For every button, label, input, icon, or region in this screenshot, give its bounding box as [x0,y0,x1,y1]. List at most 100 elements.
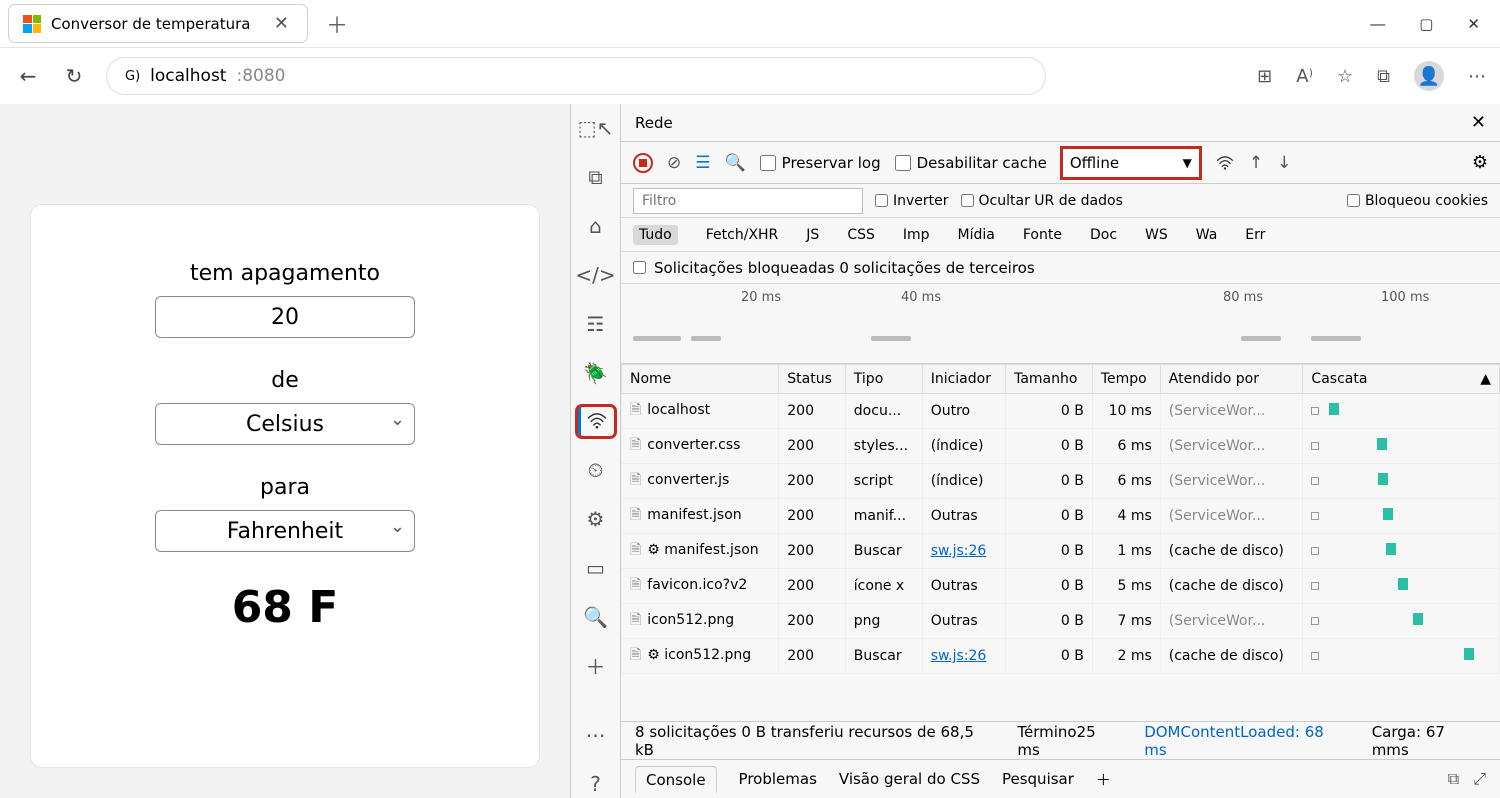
favorites-icon[interactable]: ☆ [1337,66,1353,87]
throttling-select[interactable]: Offline▼ [1061,147,1201,179]
collections-icon[interactable]: ⧉ [1377,66,1390,87]
search-icon[interactable]: 🔍 [725,153,746,173]
url-box[interactable]: G) localhost :8080 [106,57,1046,95]
table-row[interactable]: 🗎manifest.json 200 manif... Outras 0 B 4… [622,499,1500,534]
load-label: Carga: [1372,723,1421,741]
close-window-icon[interactable]: ✕ [1467,15,1480,33]
type-filter-imp[interactable]: Imp [903,227,930,243]
application-icon[interactable]: ☶ [578,309,614,338]
type-filter-bar: Tudo Fetch/XHR JS CSS Imp Mídia Fonte Do… [621,218,1500,252]
blocked-cookies-checkbox[interactable]: Bloqueou cookies [1347,193,1488,209]
disable-cache-checkbox[interactable]: Desabilitar cache [895,154,1047,172]
network-table: NomeStatusTipoIniciadorTamanhoTempoAtend… [621,364,1500,722]
back-icon[interactable]: ← [14,62,42,90]
from-label: de [91,368,479,393]
download-icon[interactable]: ↓ [1277,153,1291,173]
settings-icon[interactable]: ⚙ [1472,152,1488,173]
new-tab-button[interactable]: ＋ [326,8,348,40]
drawer-search[interactable]: Pesquisar [1002,770,1074,788]
preserve-log-checkbox[interactable]: Preservar log [760,154,881,172]
lighthouse-icon[interactable]: 🔍 [578,602,614,631]
col-2[interactable]: Tipo [845,365,922,394]
network-icon[interactable] [578,407,614,436]
add-tool-icon[interactable]: ＋ [578,651,614,680]
drawer-dock-icon[interactable]: ⧉ [1448,769,1459,789]
type-filter-fonte[interactable]: Fonte [1023,227,1062,243]
inspect-icon[interactable]: ⬚↖ [578,114,614,143]
type-filter-tudo[interactable]: Tudo [633,225,678,245]
type-filter-ws[interactable]: WS [1145,227,1168,243]
drawer-console[interactable]: Console [635,766,717,793]
toolbar-icons: ⊞ A⁾ ☆ ⧉ 👤 ⋯ [1257,61,1486,91]
table-row[interactable]: 🗎converter.js 200 script (índice) 0 B 6 … [622,464,1500,499]
col-7[interactable]: Cascata ▲ [1303,365,1500,394]
type-filter-err[interactable]: Err [1245,227,1265,243]
filter-input[interactable] [633,188,863,214]
drawer-css-overview[interactable]: Visão geral do CSS [839,770,980,788]
menu-icon[interactable]: ⋯ [1468,66,1486,87]
upload-icon[interactable]: ↑ [1249,153,1263,173]
table-row[interactable]: 🗎localhost 200 docu... Outro 0 B 10 ms (… [622,394,1500,429]
type-filter-css[interactable]: CSS [847,227,875,243]
sources-icon[interactable]: </> [578,261,614,290]
apps-icon[interactable]: ⊞ [1257,66,1272,87]
table-row[interactable]: 🗎⚙ manifest.json 200 Buscar sw.js:26 0 B… [622,534,1500,569]
tl-100: 100 ms [1381,290,1429,305]
browser-tab[interactable]: Conversor de temperatura ✕ [8,4,308,43]
table-row[interactable]: 🗎icon512.png 200 png Outras 0 B 7 ms (Se… [622,604,1500,639]
type-filter-fetch/xhr[interactable]: Fetch/XHR [706,227,779,243]
drawer-add[interactable]: ＋ [1096,769,1111,790]
table-row[interactable]: 🗎favicon.ico?v2 200 ícone x Outras 0 B 5… [622,569,1500,604]
minimize-icon[interactable]: ― [1370,15,1385,33]
table-row[interactable]: 🗎⚙ icon512.png 200 Buscar sw.js:26 0 B 2… [622,639,1500,674]
storage-icon[interactable]: ▭ [578,554,614,583]
drawer-expand-icon[interactable]: ⤢ [1473,769,1486,789]
help-icon[interactable]: ? [578,769,614,798]
drawer-problems[interactable]: Problemas [739,770,817,788]
panel-title: Rede [635,114,673,132]
devtools-dock: ⬚↖ ⧉ ⌂ </> ☶ 🪲 ⏲ ⚙ ▭ 🔍 ＋ ⋯ ? [571,104,621,798]
to-select[interactable]: Fahrenheit [155,510,415,552]
col-0[interactable]: Nome [622,365,779,394]
col-1[interactable]: Status [779,365,846,394]
table-row[interactable]: 🗎converter.css 200 styles... (índice) 0 … [622,429,1500,464]
performance-icon[interactable]: ⏲ [578,456,614,485]
refresh-icon[interactable]: ↻ [60,62,88,90]
window-controls: ― ▢ ✕ [1370,15,1492,33]
from-select[interactable]: Celsius [155,403,415,445]
col-6[interactable]: Atendido por [1160,365,1303,394]
filter-icon[interactable]: ☰ [695,153,710,173]
type-filter-mídia[interactable]: Mídia [958,227,995,243]
memory-icon[interactable]: ⚙ [578,505,614,534]
more-icon[interactable]: ⋯ [578,720,614,749]
elements-icon[interactable]: ⌂ [578,212,614,241]
read-aloud-icon[interactable]: A⁾ [1296,66,1313,87]
col-5[interactable]: Tempo [1092,365,1160,394]
address-bar: ← ↻ G) localhost :8080 ⊞ A⁾ ☆ ⧉ 👤 ⋯ [0,48,1500,104]
type-filter-wa[interactable]: Wa [1196,227,1218,243]
hide-data-url-checkbox[interactable]: Ocultar UR de dados [961,193,1123,209]
close-tab-icon[interactable]: ✕ [270,13,293,34]
titlebar: Conversor de temperatura ✕ ＋ ― ▢ ✕ [0,0,1500,48]
status-bar: 8 solicitações 0 B transferiu recursos d… [621,722,1500,760]
favicon-icon [23,15,41,33]
close-devtools-icon[interactable]: ✕ [1471,112,1486,133]
type-filter-doc[interactable]: Doc [1090,227,1117,243]
profile-avatar[interactable]: 👤 [1414,61,1444,91]
wifi-icon[interactable] [1215,156,1235,170]
debug-icon[interactable]: 🪲 [578,358,614,387]
blocked-checkbox[interactable] [633,261,646,274]
device-icon[interactable]: ⧉ [578,163,614,192]
invert-checkbox[interactable]: Inverter [875,193,949,209]
tab-title: Conversor de temperatura [51,15,260,33]
col-4[interactable]: Tamanho [1006,365,1093,394]
tl-80: 80 ms [1223,290,1263,305]
record-button[interactable] [633,153,653,173]
clear-icon[interactable]: ⊘ [667,153,681,173]
maximize-icon[interactable]: ▢ [1419,15,1433,33]
temperature-input[interactable] [155,296,415,338]
type-filter-js[interactable]: JS [806,227,819,243]
col-3[interactable]: Iniciador [922,365,1005,394]
timeline[interactable]: 20 ms 40 ms 80 ms 100 ms [621,284,1500,364]
dcl-time: DOMContentLoaded: 68 ms [1144,723,1349,759]
